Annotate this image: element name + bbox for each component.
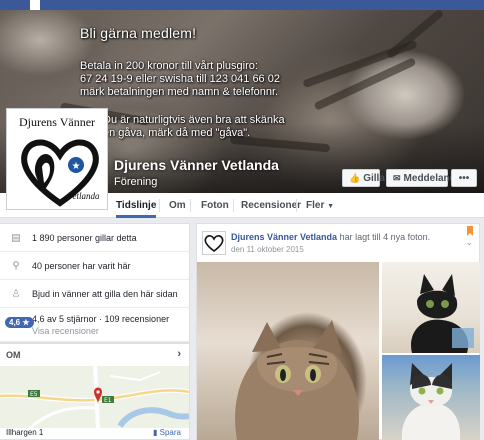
cover-text: Bli gärna medlem! Betala in 200 kronor t… <box>80 25 285 140</box>
thumbs-up-icon: 👍 <box>349 172 361 183</box>
post-action-text: har lagt till 4 nya foton. <box>339 232 431 242</box>
about-title: OM <box>6 350 21 360</box>
post-photo-tabby-kitten[interactable] <box>197 262 379 440</box>
cover-line: Betala in 200 kronor till vårt plusgiro: <box>80 60 258 72</box>
cover-line: 67 24 19-9 eller swisha till 123 041 66 … <box>80 73 280 85</box>
save-label: Spara <box>159 428 181 437</box>
post-header: Djurens Vänner Vetlanda har lagt till 4 … <box>231 232 430 242</box>
tab-photos[interactable]: Foton <box>201 193 229 218</box>
logo-script: Vetlanda <box>68 191 100 201</box>
rating-badge: 4,6 ★ <box>5 317 34 328</box>
more-options-label: ••• <box>458 172 470 184</box>
likes-row[interactable]: ▤ 1 890 personer gillar detta <box>0 224 189 252</box>
caret-down-icon: ▼ <box>327 203 335 210</box>
rating-text: 4,6 av 5 stjärnor · 109 recensioner <box>32 313 170 324</box>
likes-count-text: 1 890 personer gillar detta <box>32 232 137 243</box>
svg-text:★: ★ <box>72 161 81 172</box>
show-reviews-link[interactable]: Visa recensioner <box>32 326 99 336</box>
post-author-avatar[interactable] <box>202 231 226 255</box>
cover-line: märk betalningen med namn & telefonnr. <box>80 86 279 98</box>
post-timestamp[interactable]: den 11 oktober 2015 <box>231 245 304 254</box>
message-icon: ✉ <box>393 172 401 183</box>
logo-title: Djurens Vänner <box>18 115 96 129</box>
about-header[interactable]: OM › <box>0 344 189 366</box>
top-navigation-bar <box>0 0 484 10</box>
checkins-row[interactable]: ⚲ 40 personer har varit här <box>0 252 189 280</box>
like-button[interactable]: 👍 Gilla <box>342 169 385 187</box>
invite-friends-link: Bjud in vänner att gilla den här sidan <box>32 288 178 299</box>
page-name[interactable]: Djurens Vänner Vetlanda <box>114 157 279 173</box>
timeline-post: Djurens Vänner Vetlanda har lagt till 4 … <box>196 223 480 440</box>
rating-row[interactable]: 4,6 ★ 4,6 av 5 stjärnor · 109 recensione… <box>0 308 189 342</box>
post-photo-white-kitten[interactable] <box>382 355 480 440</box>
chevron-down-icon[interactable]: ⌄ <box>465 237 473 248</box>
tab-timeline[interactable]: Tidslinje <box>116 193 157 218</box>
checkins-text: 40 personer har varit här <box>32 260 131 271</box>
road-sign-e1: E1 <box>104 397 112 404</box>
cover-heading: Bli gärna medlem! <box>80 25 197 41</box>
location-pin-icon: ⚲ <box>12 260 20 271</box>
page-category[interactable]: Förening <box>114 176 157 188</box>
post-author-link[interactable]: Djurens Vänner Vetlanda <box>231 232 337 242</box>
about-summary-panel: ▤ 1 890 personer gillar detta ⚲ 40 perso… <box>0 223 190 343</box>
profile-picture[interactable]: Djurens Vänner ★ Vetlanda <box>6 108 108 210</box>
like-button-label: Gilla <box>363 172 385 184</box>
like-icon: ▤ <box>11 232 21 243</box>
tab-more-label: Fler <box>306 200 325 211</box>
save-button[interactable]: ▮ Spara <box>153 428 181 437</box>
bookmark-flag-icon <box>467 226 473 236</box>
invite-icon: ♙ <box>11 288 21 299</box>
tab-about[interactable]: Om <box>169 193 186 218</box>
road-sign-e5: E5 <box>30 391 38 398</box>
about-footer: Illhargen 1 ▮ Spara <box>0 428 189 440</box>
address-text: Illhargen 1 <box>6 428 44 437</box>
tab-more[interactable]: Fler ▼ <box>306 193 334 218</box>
message-button[interactable]: ✉ Meddelanden <box>386 169 467 187</box>
heart-logo-icon: ★ Vetlanda <box>21 139 100 207</box>
cover-line: en gåva, märk då med "gåva". <box>103 127 251 139</box>
more-options-button[interactable]: ••• <box>451 169 477 187</box>
tab-reviews[interactable]: Recensioner <box>241 193 301 218</box>
location-map[interactable]: E5 E1 <box>0 366 189 428</box>
cover-line: Du är naturligtvis även bra att skänka <box>103 114 285 126</box>
about-box: OM › E5 E1 Illhargen 1 ▮ Spara <box>0 343 190 440</box>
post-photo-black-kitten[interactable] <box>382 262 480 353</box>
chevron-right-icon: › <box>177 348 181 360</box>
invite-friends-row[interactable]: ♙ Bjud in vänner att gilla den här sidan <box>0 280 189 308</box>
